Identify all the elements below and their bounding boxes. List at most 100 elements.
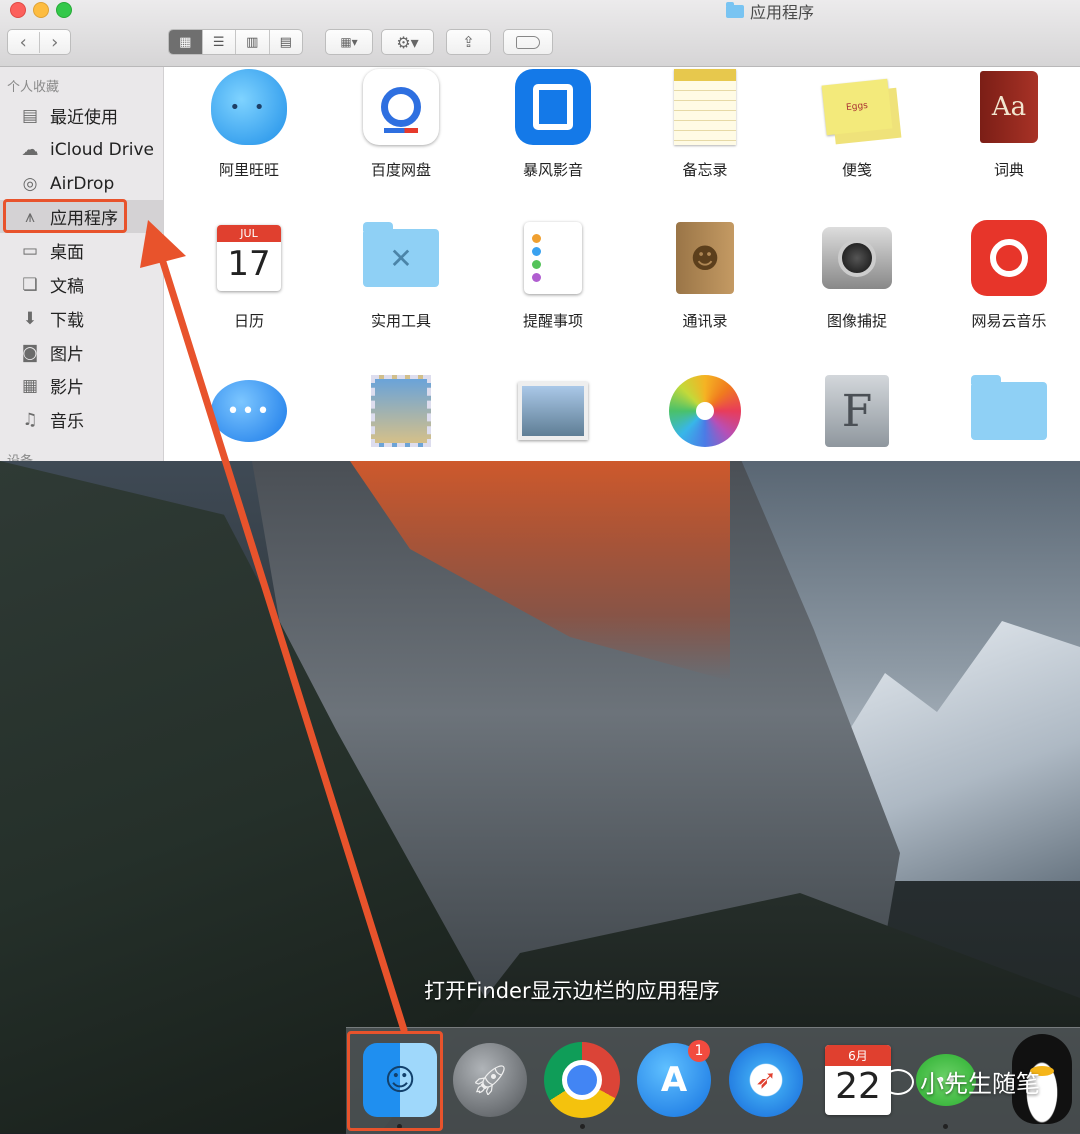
sidebar-item-label: 音乐 [50, 412, 84, 432]
app-label: 图像捕捉 [826, 312, 887, 330]
share-button[interactable]: ⇪ [446, 29, 491, 55]
share-icon: ⇪ [462, 33, 475, 51]
chrome-icon [544, 1042, 620, 1118]
contacts-icon: ☻ [667, 220, 743, 296]
app-label: 暴风影音 [522, 161, 583, 179]
app-item[interactable]: 阿里旺旺 [174, 69, 324, 180]
sidebar-item-label: 图片 [50, 345, 84, 365]
arrange-button[interactable]: ▦▾ [325, 29, 373, 55]
chevron-left-icon[interactable]: ‹ [8, 31, 40, 53]
sidebar-item-music[interactable]: ♫ 音乐 [0, 403, 163, 436]
app-item[interactable]: JUL 17 日历 [174, 220, 324, 331]
sidebar-item-documents[interactable]: ❏ 文稿 [0, 268, 163, 301]
app-item[interactable]: ••• [174, 373, 324, 449]
applications-highlight-box [3, 199, 127, 233]
tag-icon [516, 35, 540, 49]
netease-music-icon [971, 220, 1047, 296]
sidebar-item-label: 桌面 [50, 243, 84, 263]
dock-item-chrome[interactable] [542, 1040, 622, 1120]
calendar-month: 6月 [825, 1045, 891, 1066]
folder-icon [971, 373, 1047, 449]
chevron-right-icon[interactable]: › [40, 32, 71, 53]
app-label: 便笺 [841, 161, 872, 179]
finder-highlight-box [347, 1031, 443, 1131]
font-book-icon: F [819, 373, 895, 449]
app-item[interactable] [478, 373, 628, 449]
app-item[interactable] [630, 373, 780, 449]
app-item[interactable]: 网易云音乐 [934, 220, 1080, 331]
app-item[interactable]: ✕ 实用工具 [326, 220, 476, 331]
list-view-icon[interactable]: ☰ [203, 30, 236, 54]
launchpad-icon: 🚀︎ [453, 1043, 527, 1117]
sidebar-item-movies[interactable]: ▦ 影片 [0, 369, 163, 402]
icon-view-icon[interactable]: ▦ [169, 30, 203, 54]
app-label: 通讯录 [682, 312, 728, 330]
baofeng-icon [515, 69, 591, 145]
app-item[interactable]: Eggs 便笺 [782, 69, 932, 180]
finder-window: 应用程序 ‹ › ▦ ☰ ▥ ▤ ▦▾ ⚙▾ ⇪ 个人收藏 ▤ 最近使用 ☁ i… [0, 0, 1080, 461]
desktop-icon: ▭ [21, 240, 39, 261]
app-label: 实用工具 [370, 312, 431, 330]
app-item[interactable]: ☻ 通讯录 [630, 220, 780, 331]
column-view-icon[interactable]: ▥ [236, 30, 270, 54]
sidebar-item-icloud[interactable]: ☁ iCloud Drive [0, 133, 163, 166]
download-icon: ⬇ [22, 308, 38, 329]
app-label: 阿里旺旺 [218, 161, 279, 179]
running-indicator [943, 1124, 948, 1129]
app-label: 网易云音乐 [971, 312, 1047, 330]
app-item[interactable]: 图像捕捉 [782, 220, 932, 331]
stickies-icon: Eggs [819, 69, 895, 145]
sidebar-item-downloads[interactable]: ⬇ 下载 [0, 302, 163, 335]
app-item[interactable]: 备忘录 [630, 69, 780, 180]
camera-icon: ◙ [21, 342, 39, 363]
dock-item-app-store[interactable]: A 1 [634, 1040, 714, 1120]
sidebar-item-desktop[interactable]: ▭ 桌面 [0, 234, 163, 267]
app-item[interactable]: F [782, 373, 932, 449]
running-indicator [580, 1124, 585, 1129]
watermark-text: 小先生随笔 [920, 1070, 1040, 1098]
gallery-view-icon[interactable]: ▤ [270, 30, 303, 54]
photos-icon [667, 373, 743, 449]
sidebar-header-favorites: 个人收藏 [7, 80, 60, 95]
messages-icon: ••• [211, 373, 287, 449]
cloud-icon: ☁ [21, 139, 39, 160]
caption-text: 打开Finder显示边栏的应用程序 [424, 979, 720, 1003]
airdrop-icon: ◎ [22, 173, 38, 194]
sidebar-item-label: 影片 [50, 378, 84, 398]
action-button[interactable]: ⚙▾ [381, 29, 434, 55]
window-title: 应用程序 [726, 0, 814, 22]
sidebar-item-pictures[interactable]: ◙ 图片 [0, 336, 163, 369]
dock-item-launchpad[interactable]: 🚀︎ [450, 1040, 530, 1120]
preview-icon [363, 373, 439, 449]
back-forward-group: ‹ › [7, 29, 71, 55]
notes-icon [667, 69, 743, 145]
dock-item-safari[interactable]: ➶ [726, 1040, 806, 1120]
close-window-button[interactable] [10, 2, 26, 18]
documents-icon: ❏ [22, 274, 38, 295]
safari-icon: ➶ [729, 1043, 803, 1117]
app-item[interactable]: 暴风影音 [478, 69, 628, 180]
minimize-window-button[interactable] [33, 2, 49, 18]
sidebar-item-label: 下载 [50, 311, 84, 331]
view-mode-group: ▦ ☰ ▥ ▤ [168, 29, 303, 55]
app-item[interactable]: 百度网盘 [326, 69, 476, 180]
calendar-day: 17 [227, 244, 271, 284]
watermark: 小先生随笔 [882, 1064, 1040, 1099]
calendar-icon: JUL 17 [211, 220, 287, 296]
zoom-window-button[interactable] [56, 2, 72, 18]
sidebar-item-recents[interactable]: ▤ 最近使用 [0, 99, 163, 132]
sidebar-item-airdrop[interactable]: ◎ AirDrop [0, 167, 163, 200]
app-item[interactable]: Aa 词典 [934, 69, 1080, 180]
arrange-icon: ▦▾ [340, 35, 358, 49]
app-item[interactable]: 提醒事项 [478, 220, 628, 331]
dictionary-icon: Aa [971, 69, 1047, 145]
tag-button[interactable] [503, 29, 553, 55]
baidu-netdisk-icon [363, 69, 439, 145]
sidebar-header-devices: 设备 [7, 450, 33, 461]
sidebar-item-label: 最近使用 [50, 108, 118, 128]
app-item[interactable] [934, 373, 1080, 449]
app-label: 提醒事项 [522, 312, 583, 330]
app-item[interactable] [326, 373, 476, 449]
sidebar-item-label: AirDrop [50, 173, 115, 194]
app-label: 词典 [993, 161, 1024, 179]
